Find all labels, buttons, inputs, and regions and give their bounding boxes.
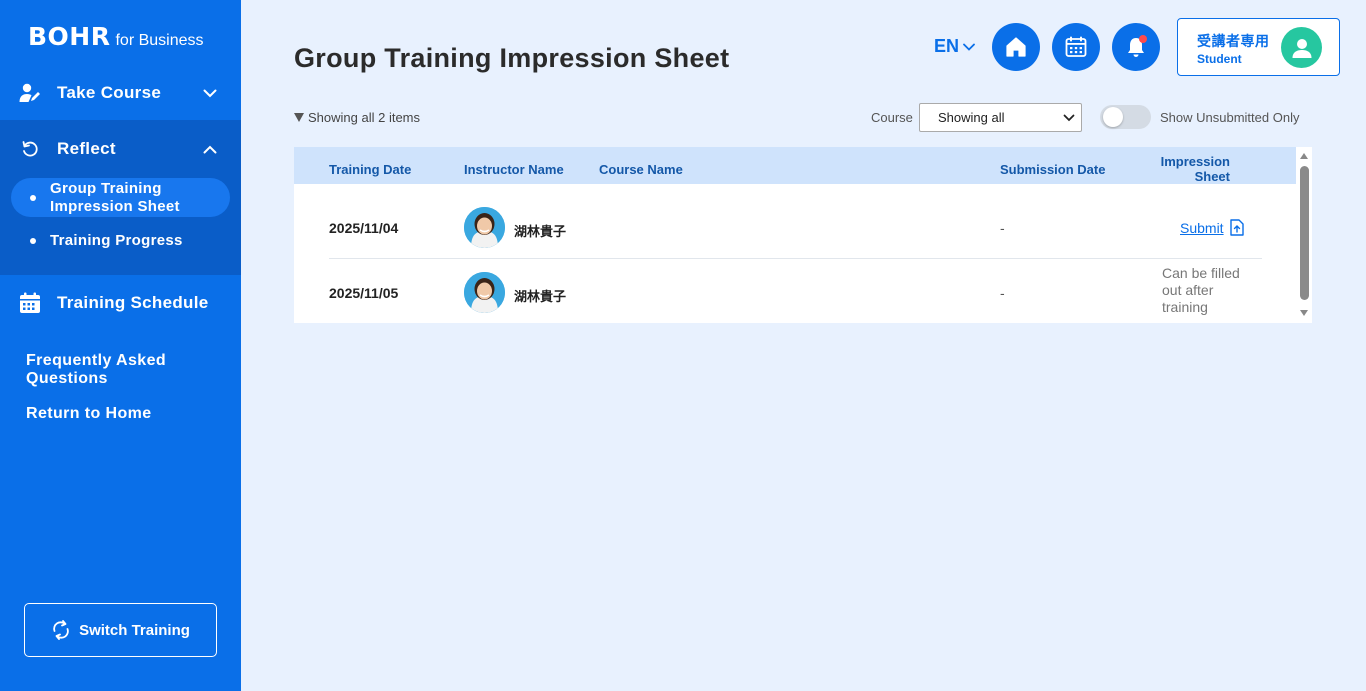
bullet-icon [30, 238, 36, 244]
avatar [1281, 27, 1322, 68]
toggle-knob [1103, 107, 1123, 127]
scroll-up-arrow-icon[interactable] [1300, 153, 1308, 159]
nav-reflect[interactable]: Reflect [0, 134, 241, 164]
training-date: 2025/11/04 [329, 220, 399, 236]
instructor-avatar [464, 272, 505, 313]
caret-down-icon [294, 113, 304, 122]
submit-link[interactable]: Submit [1180, 219, 1244, 236]
nav-reflect-label: Reflect [57, 139, 116, 158]
scrollbar-thumb[interactable] [1300, 166, 1309, 300]
logo-sub: for Business [115, 32, 204, 49]
calendar-button[interactable] [1052, 23, 1100, 71]
nav-training-schedule[interactable]: Training Schedule [0, 288, 241, 318]
table-header: Training Date Instructor Name Course Nam… [294, 147, 1296, 184]
submit-link-label: Submit [1180, 219, 1224, 236]
column-training-date: Training Date [329, 162, 412, 177]
home-button[interactable] [992, 23, 1040, 71]
impression-sheet-table: Training Date Instructor Name Course Nam… [294, 147, 1312, 323]
course-filter-label: Course [871, 110, 913, 125]
column-course-name: Course Name [599, 162, 683, 177]
instructor-name: 湖林貴子 [514, 290, 567, 305]
user-role: 受講者専用 [1197, 33, 1270, 49]
chevron-down-icon [963, 43, 975, 51]
user-role-sub: Student [1197, 52, 1242, 66]
calendar-icon [1065, 36, 1087, 57]
column-submission-date: Submission Date [1000, 162, 1106, 177]
training-date: 2025/11/05 [329, 285, 399, 301]
notification-badge [1139, 35, 1147, 43]
instructor-name: 湖林貴子 [514, 225, 567, 240]
nav-training-schedule-label: Training Schedule [57, 293, 209, 312]
page-title: Group Training Impression Sheet [294, 43, 730, 73]
course-select-value: Showing all [938, 110, 1005, 125]
sidebar-item-label: Group Training Impression Sheet [50, 179, 180, 215]
item-count[interactable]: Showing all 2 items [294, 110, 420, 125]
unsubmitted-only-label: Show Unsubmitted Only [1160, 110, 1300, 125]
column-instructor-name: Instructor Name [464, 162, 564, 177]
person-edit-icon [19, 82, 41, 104]
chevron-down-icon [203, 83, 217, 103]
return-home-link[interactable]: Return to Home [26, 405, 152, 423]
rotate-icon [19, 138, 41, 160]
availability-note: Can be filled out after training [1162, 265, 1240, 315]
table-row: 2025/11/05 湖林貴子 - Can be filled out afte… [294, 259, 1296, 323]
chevron-down-icon [1063, 114, 1075, 122]
column-impression-sheet: Impression Sheet [1160, 154, 1230, 184]
course-select[interactable]: Showing all [919, 103, 1082, 132]
user-icon [1292, 38, 1311, 58]
nav-take-course-label: Take Course [57, 83, 162, 102]
sidebar: BOHR for Business Take Course Reflect Gr… [0, 0, 241, 691]
language-label: EN [934, 36, 960, 56]
sidebar-item-label: Training Progress [50, 232, 183, 249]
sidebar-item-group-training-impression-sheet[interactable]: Group Training Impression Sheet [11, 178, 230, 217]
table-scrollbar[interactable] [1296, 147, 1312, 323]
sidebar-item-training-progress[interactable]: Training Progress [11, 231, 230, 251]
scroll-down-arrow-icon[interactable] [1300, 310, 1308, 316]
submission-date: - [1000, 220, 1005, 236]
nav-take-course[interactable]: Take Course [0, 78, 241, 108]
bullet-icon [30, 194, 36, 201]
chevron-up-icon [203, 139, 217, 159]
submission-date: - [1000, 285, 1005, 301]
refresh-icon [51, 619, 71, 641]
faq-link[interactable]: Frequently Asked Questions [26, 352, 206, 388]
user-menu[interactable]: 受講者専用 Student [1177, 18, 1340, 76]
switch-training-button[interactable]: Switch Training [24, 603, 217, 657]
calendar-icon [19, 292, 41, 314]
switch-training-label: Switch Training [79, 621, 190, 639]
upload-file-icon [1229, 219, 1244, 236]
logo-main: BOHR [28, 22, 111, 51]
table-row: 2025/11/04 湖林貴子 - Submit [294, 194, 1296, 258]
home-icon [1006, 37, 1026, 57]
unsubmitted-only-toggle[interactable] [1100, 105, 1151, 129]
item-count-label: Showing all 2 items [308, 110, 420, 125]
logo[interactable]: BOHR for Business [28, 22, 204, 51]
language-selector[interactable]: EN [934, 36, 975, 57]
instructor-avatar [464, 207, 505, 248]
notifications-button[interactable] [1112, 23, 1160, 71]
